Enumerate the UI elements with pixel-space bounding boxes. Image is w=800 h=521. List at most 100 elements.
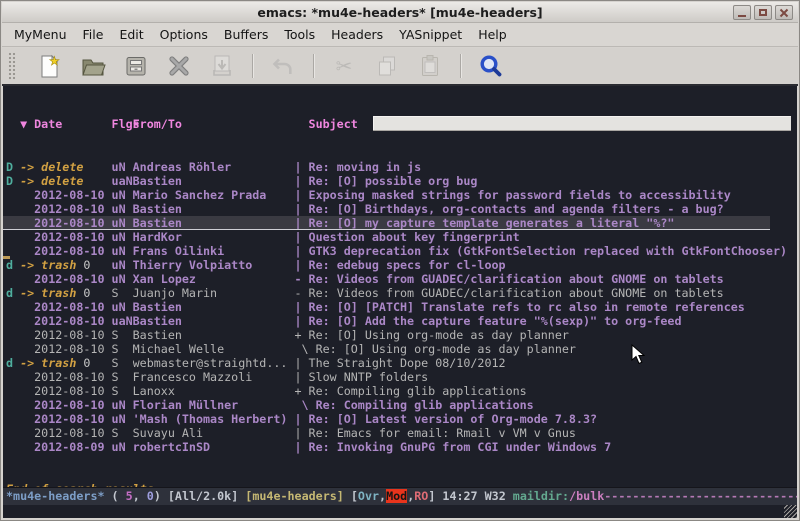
from: Bastien xyxy=(133,174,295,188)
message-row[interactable]: 2012-08-09 uN robertcInSD | Re: Invoking… xyxy=(3,440,797,454)
modeline-segment: , xyxy=(133,489,147,503)
message-row[interactable]: 2012-08-10 S Suvayu Ali | Re: Emacs for … xyxy=(3,426,797,440)
fringe-mark: D xyxy=(6,174,20,188)
mu4e-headers-buffer[interactable]: ▼ Date Flgs From/To Subject D -> delete … xyxy=(3,86,797,487)
titlebar[interactable]: emacs: *mu4e-headers* [mu4e-headers] xyxy=(2,2,798,23)
fringe-mark xyxy=(6,384,20,398)
menu-yasnippet[interactable]: YASnippet xyxy=(391,24,470,45)
fringe-mark: d xyxy=(6,356,20,370)
flags: uN xyxy=(112,398,133,412)
message-row[interactable]: 2012-08-10 uN Xan Lopez - Re: Videos fro… xyxy=(3,272,797,286)
date-or-mark: -> delete xyxy=(20,174,111,188)
subject: | Re: moving in js xyxy=(294,160,797,174)
flags: uN xyxy=(112,440,133,454)
date: 2012-08-10 xyxy=(34,314,104,328)
menu-edit[interactable]: Edit xyxy=(111,24,151,45)
menu-headers[interactable]: Headers xyxy=(323,24,391,45)
message-row[interactable]: 2012-08-10 uN Florian Müllner \ Re: Comp… xyxy=(3,398,797,412)
date-or-mark: 2012-08-10 xyxy=(20,244,111,258)
message-row[interactable]: D -> delete uN Andreas Röhler | Re: movi… xyxy=(3,160,797,174)
modeline-segment: Mod xyxy=(386,489,407,503)
subject: | Re: Invoking GnuPG from CGI under Wind… xyxy=(294,440,797,454)
copy-button xyxy=(374,52,400,80)
minimize-icon xyxy=(738,15,746,17)
message-row[interactable]: 2012-08-10 S Bastien + Re: [O] Using org… xyxy=(3,328,797,342)
search-button[interactable] xyxy=(478,52,504,80)
minimize-button[interactable] xyxy=(733,5,751,20)
fringe-mark xyxy=(6,412,20,426)
close-button[interactable] xyxy=(775,5,793,20)
flags: uaN xyxy=(112,174,133,188)
new-file-icon: ★ xyxy=(38,54,62,79)
message-row[interactable]: 2012-08-10 uN HardKor | Question about k… xyxy=(3,230,797,244)
message-row[interactable]: d -> trash 0 uN Thierry Volpiatto | Re: … xyxy=(3,258,797,272)
message-row[interactable]: 2012-08-10 uaN Bastien | Re: [O] Add the… xyxy=(3,314,797,328)
modeline-segment: ( xyxy=(105,489,126,503)
subject: + Re: [O] Using org-mode as day planner xyxy=(294,328,797,342)
message-row[interactable]: 2012-08-10 uN Bastien | Re: [O] Birthday… xyxy=(3,202,797,216)
from: webmaster@straightd... xyxy=(133,356,295,370)
subject: | Exposing masked strings for password f… xyxy=(294,188,797,202)
menu-tools[interactable]: Tools xyxy=(276,24,323,45)
message-row[interactable]: 2012-08-10 uN Bastien | Re: [O] [PATCH] … xyxy=(3,300,797,314)
open-file-button[interactable] xyxy=(80,52,106,80)
mode-line[interactable]: *mu4e-headers* ( 5, 0) [All/2.0k] [mu4e-… xyxy=(3,487,797,505)
date-or-mark: -> trash 0 xyxy=(20,356,111,370)
maximize-button[interactable] xyxy=(754,5,772,20)
menu-buffers[interactable]: Buffers xyxy=(216,24,276,45)
message-row[interactable]: 2012-08-10 uN 'Mash (Thomas Herbert) | R… xyxy=(3,412,797,426)
message-row[interactable]: 2012-08-10 S Michael Welle \ Re: [O] Usi… xyxy=(3,342,797,356)
column-from: From/To xyxy=(133,116,295,132)
message-row[interactable]: 2012-08-10 uN Bastien | Re: [O] my captu… xyxy=(3,216,797,230)
modeline-segment: /bulk xyxy=(569,489,604,503)
modeline-segment: 0 xyxy=(147,489,154,503)
message-row[interactable]: 2012-08-10 S Francesco Mazzoli | Slow NN… xyxy=(3,370,797,384)
resize-grip[interactable] xyxy=(784,505,797,518)
close-buffer-button[interactable] xyxy=(166,52,192,80)
save-as-icon xyxy=(210,54,234,78)
toolbar-grip[interactable] xyxy=(8,52,16,80)
message-row[interactable]: 2012-08-10 uN Mario Sanchez Prada | Expo… xyxy=(3,188,797,202)
subject: | Re: [O] possible org bug xyxy=(294,174,797,188)
date: 2012-08-10 xyxy=(34,384,104,398)
modeline-segment: *mu4e-headers* xyxy=(6,489,105,503)
from: Bastien xyxy=(133,314,295,328)
subject: | Re: [O] Birthdays, org-contacts and ag… xyxy=(294,202,797,216)
flags: uN xyxy=(112,216,133,230)
message-row[interactable]: 2012-08-10 S Lanoxx + Re: Compiling glib… xyxy=(3,384,797,398)
date-or-mark: 2012-08-10 xyxy=(20,216,111,230)
flags: uN xyxy=(112,160,133,174)
close-x-icon xyxy=(167,54,191,78)
fringe-mark: d xyxy=(6,286,20,300)
date-or-mark: 2012-08-10 xyxy=(20,328,111,342)
date-or-mark: 2012-08-10 xyxy=(20,202,111,216)
paste-icon xyxy=(418,54,442,78)
modeline-segment: [ xyxy=(351,489,358,503)
subject: - Re: Videos from GUADEC/clarification a… xyxy=(294,272,797,286)
modeline-segment: ] xyxy=(428,489,442,503)
menubar: MyMenuFileEditOptionsBuffersToolsHeaders… xyxy=(2,23,798,47)
from: robertcInSD xyxy=(133,440,295,454)
message-row[interactable]: d -> trash 0 S Juanjo Marin - Re: Videos… xyxy=(3,286,797,300)
subject: | Re: Emacs for email: Rmail v VM v Gnus xyxy=(294,426,797,440)
new-file-button[interactable]: ★ xyxy=(37,52,63,80)
menu-file[interactable]: File xyxy=(75,24,112,45)
fringe-mark xyxy=(6,426,20,440)
fringe-mark xyxy=(6,314,20,328)
fringe-indicator xyxy=(3,256,10,259)
message-row[interactable]: d -> trash 0 S webmaster@straightd... | … xyxy=(3,356,797,370)
mark-label: -> trash xyxy=(20,258,76,272)
from: Florian Müllner xyxy=(133,398,295,412)
echo-area[interactable] xyxy=(3,505,797,518)
window-controls xyxy=(733,5,793,20)
date: 2012-08-10 xyxy=(34,202,104,216)
message-row[interactable]: D -> delete uaN Bastien | Re: [O] possib… xyxy=(3,174,797,188)
date-or-mark: -> delete xyxy=(20,160,111,174)
menu-mymenu[interactable]: MyMenu xyxy=(6,24,75,45)
menu-help[interactable]: Help xyxy=(470,24,515,45)
save-button[interactable] xyxy=(123,52,149,80)
flags: S xyxy=(112,384,133,398)
menu-options[interactable]: Options xyxy=(152,24,216,45)
message-row[interactable]: 2012-08-10 uN Frans Oilinki | GTK3 depre… xyxy=(3,244,797,258)
from: Bastien xyxy=(133,216,295,230)
